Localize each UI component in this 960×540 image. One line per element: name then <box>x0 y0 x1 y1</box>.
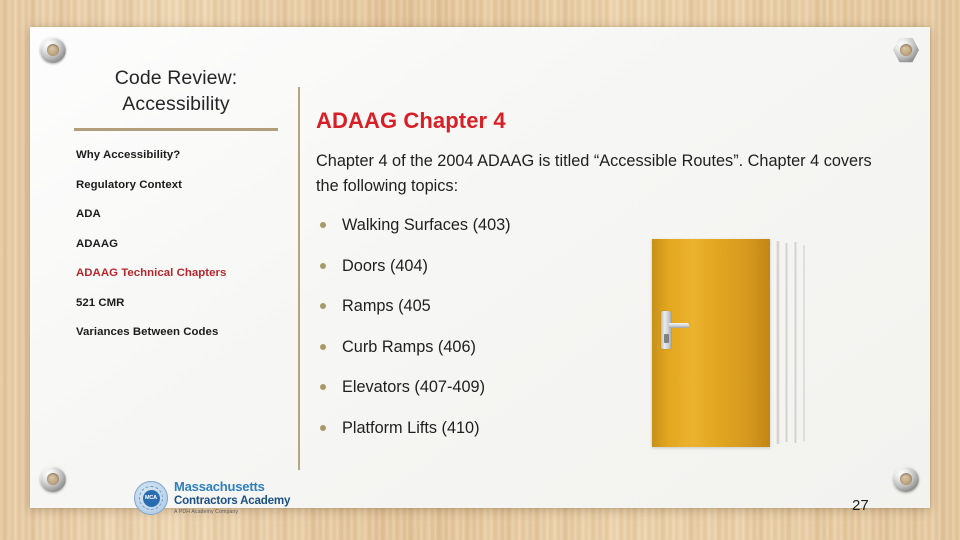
door-frame-line <box>776 241 780 444</box>
door-panel <box>652 239 770 447</box>
corner-grommet-top-left <box>40 37 66 63</box>
content-area: ADAAG Chapter 4 Chapter 4 of the 2004 AD… <box>316 107 906 458</box>
door-lever-icon <box>669 323 689 328</box>
sidebar-item-521-cmr[interactable]: 521 CMR <box>76 296 282 310</box>
logo-line-2: Contractors Academy <box>174 493 291 507</box>
door-handle-backplate <box>661 311 671 349</box>
sidebar-content-divider <box>298 87 300 470</box>
deck-title: Code Review: Accessibility <box>70 65 282 117</box>
content-heading: ADAAG Chapter 4 <box>316 108 506 133</box>
organization-logo: MCA Massachusetts Contractors Academy A … <box>134 477 300 519</box>
door-frame-line <box>785 243 788 442</box>
sidebar-item-adaag[interactable]: ADAAG <box>76 237 282 251</box>
topic-item-doors: Doors (404) <box>316 256 906 276</box>
sidebar: Code Review: Accessibility Why Accessibi… <box>70 65 282 455</box>
topic-list: Walking Surfaces (403) Doors (404) Ramps… <box>316 215 906 438</box>
sidebar-item-regulatory-context[interactable]: Regulatory Context <box>76 178 282 192</box>
logo-seal-text: MCA <box>142 489 160 507</box>
logo-line-1: Massachusetts <box>174 479 265 495</box>
sidebar-item-why-accessibility[interactable]: Why Accessibility? <box>76 148 282 162</box>
logo-tagline: A PDH Academy Company <box>174 508 239 515</box>
content-intro-paragraph: Chapter 4 of the 2004 ADAAG is titled “A… <box>316 152 872 195</box>
sidebar-item-adaag-technical-chapters[interactable]: ADAAG Technical Chapters <box>76 266 282 280</box>
door-keyhole-icon <box>663 334 669 343</box>
sidebar-item-ada[interactable]: ADA <box>76 207 282 221</box>
title-divider <box>74 128 278 131</box>
logo-seal-icon: MCA <box>134 481 168 515</box>
corner-grommet-bottom-left <box>40 466 66 492</box>
deck-title-line-1: Code Review: <box>114 67 238 89</box>
topic-item-platform-lifts: Platform Lifts (410) <box>316 418 906 438</box>
sidebar-item-variances-between-codes[interactable]: Variances Between Codes <box>76 325 282 339</box>
slide-panel: Code Review: Accessibility Why Accessibi… <box>30 27 930 515</box>
corner-bolt-top-right <box>893 37 919 63</box>
topic-item-walking-surfaces: Walking Surfaces (403) <box>316 215 906 235</box>
topic-item-curb-ramps: Curb Ramps (406) <box>316 337 906 357</box>
corner-grommet-bottom-right <box>893 466 919 492</box>
topic-item-elevators: Elevators (407-409) <box>316 377 906 397</box>
deck-title-line-2: Accessibility <box>122 93 230 115</box>
topic-item-ramps: Ramps (405 <box>316 296 906 316</box>
sidebar-nav: Why Accessibility? Regulatory Context AD… <box>70 148 282 339</box>
door-image <box>652 239 812 449</box>
logo-wordmark: Massachusetts Contractors Academy A PDH … <box>174 480 290 516</box>
page-number: 27 <box>852 497 869 514</box>
door-frame-line <box>803 245 805 441</box>
door-frame-line <box>794 242 797 443</box>
